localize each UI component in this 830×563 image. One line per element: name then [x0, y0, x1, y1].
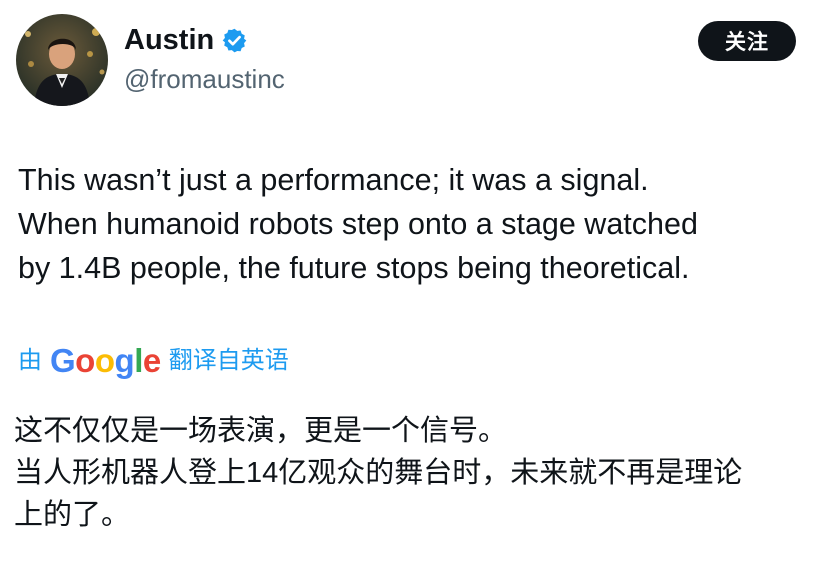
translated-text: 这不仅仅是一场表演，更是一个信号。 当人形机器人登上14亿观众的舞台时，未来就不… [14, 410, 824, 536]
tweet-line: by 1.4B people, the future stops being t… [18, 251, 690, 285]
google-logo-letter: o [75, 342, 95, 379]
author-name[interactable]: Austin [124, 22, 214, 58]
google-logo-letter: l [134, 342, 143, 379]
translated-line: 这不仅仅是一场表演，更是一个信号。 [14, 415, 508, 447]
translation-attribution[interactable]: 由 Google 翻译自英语 [18, 341, 289, 381]
translated-line: 上的了。 [14, 499, 131, 531]
google-logo-letter: g [114, 342, 135, 379]
avatar-image [16, 14, 108, 106]
google-logo: Google [50, 341, 161, 381]
google-logo-letter: o [94, 342, 115, 379]
tweet-text: This wasn’t just a performance; it was a… [18, 158, 818, 290]
avatar[interactable] [16, 14, 108, 106]
google-logo-letter: e [142, 342, 161, 379]
author-handle[interactable]: @fromaustinc [124, 62, 285, 96]
translation-suffix: 翻译自英语 [168, 347, 289, 374]
author-name-row: Austin [124, 22, 248, 58]
translation-prefix: 由 [18, 347, 42, 374]
google-logo-letter: G [50, 342, 76, 379]
verified-badge-icon [222, 28, 247, 52]
follow-button[interactable]: 关注 [698, 21, 796, 61]
tweet-line: This wasn’t just a performance; it was a… [18, 163, 649, 197]
tweet-line: When humanoid robots step onto a stage w… [18, 207, 698, 241]
translated-line: 当人形机器人登上14亿观众的舞台时，未来就不再是理论 [14, 457, 743, 489]
